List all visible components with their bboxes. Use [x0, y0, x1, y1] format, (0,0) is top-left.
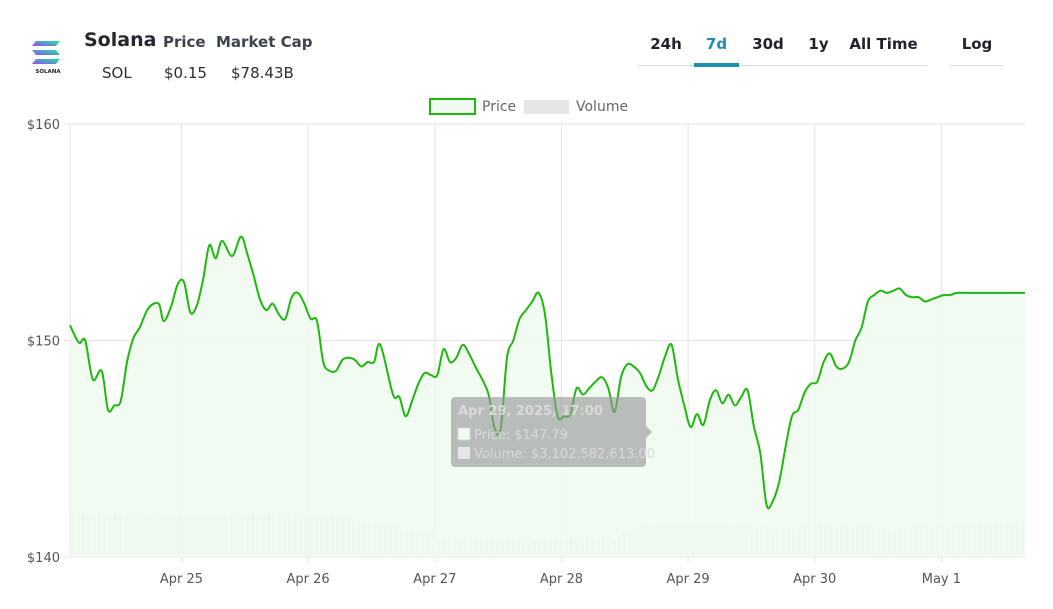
svg-text:SOLANA: SOLANA — [35, 69, 61, 75]
chart-tooltip: Apr 29, 2025, 17:00 Price: $147.79 Volum… — [451, 397, 655, 467]
price-heading: Price — [163, 33, 206, 51]
y-tick-label: $160 — [27, 118, 60, 133]
x-tick-label: Apr 30 — [793, 572, 836, 587]
x-tick-label: Apr 26 — [287, 572, 330, 587]
tab-30d[interactable]: 30d — [739, 22, 797, 64]
solana-logo-icon: SOLANA — [32, 41, 61, 75]
legend-volume-swatch[interactable] — [524, 100, 569, 114]
marketcap-value: $78.43B — [231, 64, 294, 82]
tab-1y[interactable]: 1y — [797, 22, 840, 64]
chart-legend: Price Volume — [429, 98, 628, 115]
tooltip-price-swatch — [457, 427, 471, 441]
legend-price-label: Price — [482, 99, 516, 115]
legend-volume-label: Volume — [576, 99, 628, 115]
x-tick-label: Apr 29 — [667, 572, 710, 587]
x-tick-label: May 1 — [922, 572, 961, 587]
price-chart[interactable]: $160 $150 $140 Apr 25 Apr 26 Apr 27 Apr 28 Apr … — [0, 92, 1053, 607]
marketcap-heading: Market Cap — [216, 33, 313, 51]
tab-7d[interactable]: 7d — [694, 22, 739, 64]
legend-price-swatch[interactable] — [429, 98, 476, 115]
tabs-baseline — [638, 65, 927, 66]
tooltip-title: Apr 29, 2025, 17:00 — [458, 404, 603, 419]
tooltip-volume-swatch — [458, 447, 470, 459]
y-tick-label: $140 — [27, 551, 60, 566]
y-tick-label: $150 — [27, 335, 60, 350]
tab-24h[interactable]: 24h — [638, 22, 694, 64]
x-tick-label: Apr 25 — [160, 572, 203, 587]
log-toggle[interactable]: Log — [950, 22, 1004, 64]
price-value: $0.15 — [164, 64, 207, 82]
x-tick-label: Apr 28 — [540, 572, 583, 587]
log-baseline — [950, 65, 1004, 66]
coin-header: SOLANA Solana SOL Price $0.15 Market Cap… — [0, 0, 1053, 95]
tab-all-time[interactable]: All Time — [840, 22, 927, 64]
coin-name: Solana — [84, 29, 157, 51]
x-tick-label: Apr 27 — [413, 572, 456, 587]
coin-symbol: SOL — [102, 64, 132, 82]
price-area-fill — [70, 236, 1025, 557]
tooltip-price: Price: $147.79 — [474, 428, 568, 443]
tooltip-volume: Volume: $3,102,582,613.00 — [474, 447, 655, 462]
